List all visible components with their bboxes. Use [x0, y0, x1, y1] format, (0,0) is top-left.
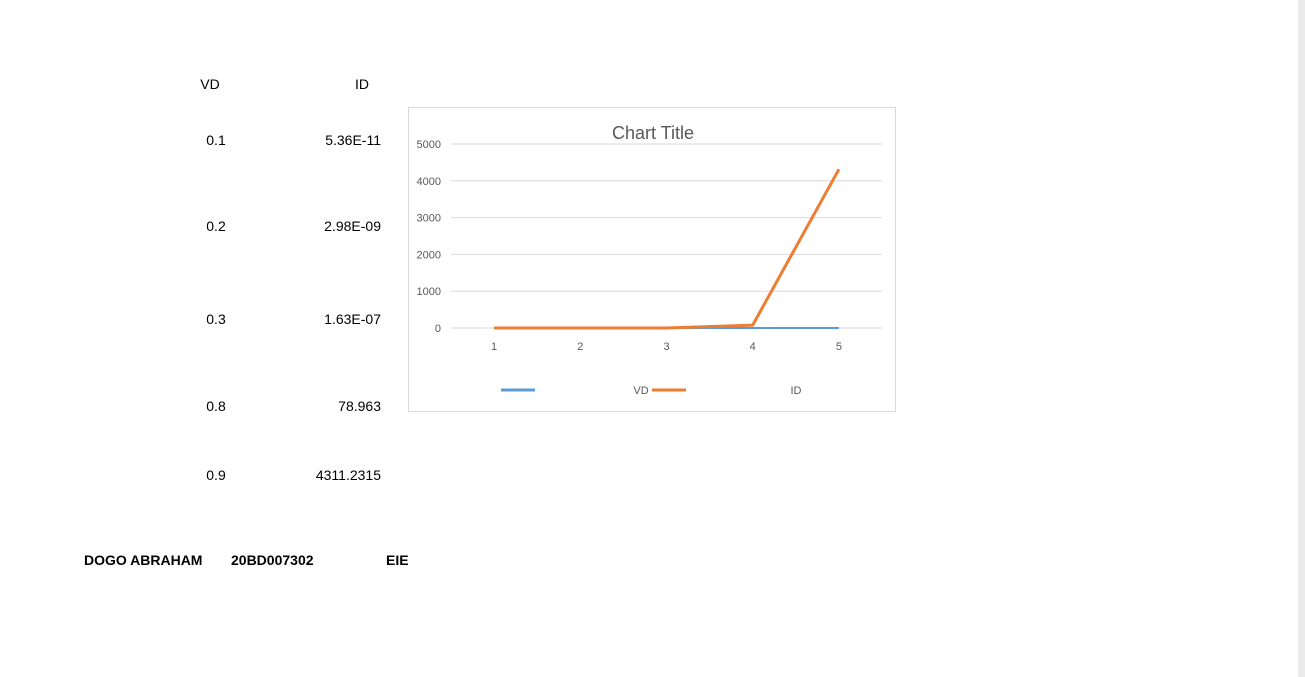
- x-tick-label: 2: [577, 341, 583, 353]
- series-line-id: [494, 168, 841, 330]
- vd-cell: 0.3: [206, 311, 226, 327]
- id-cell: 4311.2315: [315, 467, 381, 483]
- y-tick-label: 5000: [417, 139, 441, 151]
- y-tick-label: 0: [435, 323, 441, 335]
- legend-label-vd: VD: [633, 385, 648, 397]
- registration-number: 20BD007302: [231, 552, 314, 568]
- vd-cell: 0.8: [206, 398, 226, 414]
- department: EIE: [386, 552, 409, 568]
- y-tick-label: 2000: [417, 249, 441, 261]
- id-cell: 1.63E-07: [324, 311, 381, 327]
- chart-canvas: Chart Title 0 1000 2000 3000 4000 5000 1 2 3 4 5 V…: [417, 123, 882, 397]
- x-tick-label: 4: [750, 341, 756, 353]
- id-column-header: ID: [355, 76, 369, 92]
- vd-cell: 0.9: [206, 467, 226, 483]
- x-tick-label: 1: [491, 341, 497, 353]
- vd-cell: 0.1: [206, 132, 226, 148]
- id-cell: 78.963: [338, 398, 381, 414]
- student-name: DOGO ABRAHAM: [84, 552, 203, 568]
- vd-column-header: VD: [200, 76, 220, 92]
- scrollbar[interactable]: [1298, 0, 1305, 677]
- vd-cell: 0.2: [206, 218, 226, 234]
- chart-title: Chart Title: [612, 123, 694, 143]
- legend-label-id: ID: [791, 385, 802, 397]
- line-chart[interactable]: Chart Title 0 1000 2000 3000 4000 5000 1 2 3 4 5 V…: [408, 107, 896, 412]
- y-tick-label: 4000: [417, 176, 441, 188]
- id-cell: 2.98E-09: [324, 218, 381, 234]
- x-tick-label: 5: [836, 341, 842, 353]
- y-tick-label: 1000: [417, 286, 441, 298]
- id-cell: 5.36E-11: [325, 132, 381, 148]
- x-tick-label: 3: [663, 341, 669, 353]
- y-tick-label: 3000: [417, 213, 441, 225]
